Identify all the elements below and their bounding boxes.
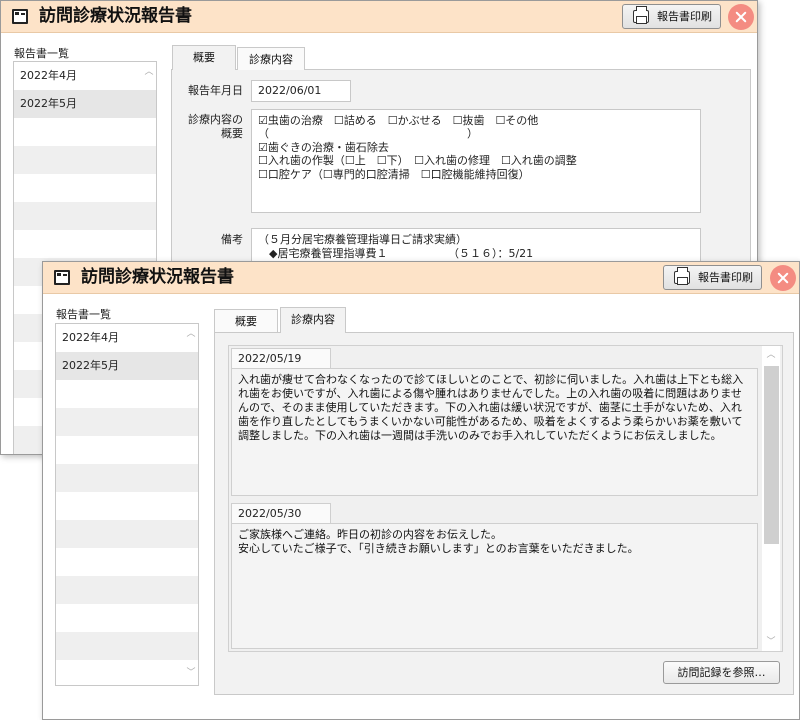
notes-line: ◆居宅療養管理指導費１ （５１６）：5/21 (258, 247, 534, 260)
list-item-selected[interactable]: 2022年5月 (14, 90, 156, 118)
report-list-label: 報告書一覧 (56, 308, 111, 321)
titlebar: 訪問診療状況報告書 報告書印刷 (43, 262, 799, 294)
report-list[interactable]: 2022年4月 2022年5月 ︿ ﹀ (55, 323, 199, 686)
treatment-line[interactable]: ☐口腔ケア（☐専門的口腔清掃 ☐口腔機能維持回復） (258, 168, 530, 181)
front-window: 訪問診療状況報告書 報告書印刷 報告書一覧 2022年4月 2022年5月 ︿ … (42, 261, 800, 720)
tab-treatment[interactable]: 診療内容 (280, 307, 346, 333)
titlebar: 訪問診療状況報告書 報告書印刷 (1, 1, 757, 33)
report-date-field[interactable]: 2022/06/01 (251, 80, 351, 102)
printer-icon (633, 6, 649, 24)
report-date-value: 2022/06/01 (258, 84, 322, 97)
vertical-scrollbar[interactable]: ︿ ﹀ (762, 346, 780, 651)
treatment-line: （ ） (258, 127, 478, 140)
list-item-empty[interactable] (56, 576, 198, 604)
treatment-summary-box[interactable]: ☑虫歯の治療 ☐詰める ☐かぶせる ☐抜歯 ☐その他 （ ） ☑歯ぐきの治療・歯… (251, 109, 701, 213)
list-item-empty[interactable] (14, 202, 156, 230)
visit-date-tab: 2022/05/30 (231, 503, 331, 523)
list-item-empty[interactable] (14, 146, 156, 174)
treatment-line[interactable]: ☑歯ぐきの治療・歯石除去 (258, 141, 389, 154)
scroll-up-icon[interactable]: ︿ (766, 351, 776, 360)
list-item[interactable]: 2022年4月 (56, 324, 198, 352)
close-button[interactable] (770, 265, 796, 291)
visit-date-tab: 2022/05/19 (231, 348, 331, 368)
print-report-button[interactable]: 報告書印刷 (622, 4, 721, 29)
notes-label: 備考 (221, 233, 243, 246)
scroll-up-icon[interactable]: ︿ (186, 330, 196, 339)
treatment-label-line1: 診療内容の (188, 113, 243, 126)
list-item-empty[interactable] (56, 464, 198, 492)
close-button[interactable] (728, 4, 754, 30)
print-report-label: 報告書印刷 (698, 271, 753, 284)
print-report-label: 報告書印刷 (657, 10, 712, 23)
visit-records-panel: 2022/05/19 入れ歯が痩せて合わなくなったので診てほしいとのことで、初診… (228, 345, 783, 652)
treatment-line[interactable]: ☑虫歯の治療 ☐詰める ☐かぶせる ☐抜歯 ☐その他 (258, 114, 538, 127)
scroll-down-icon[interactable]: ﹀ (186, 669, 196, 678)
list-item-empty[interactable] (56, 632, 198, 660)
visit-note-text[interactable]: 入れ歯が痩せて合わなくなったので診てほしいとのことで、初診に伺いました。入れ歯は… (231, 368, 758, 496)
print-report-button[interactable]: 報告書印刷 (663, 265, 762, 290)
window-title: 訪問診療状況報告書 (81, 267, 234, 287)
tab-overview[interactable]: 概要 (172, 45, 236, 70)
scroll-up-icon[interactable]: ︿ (144, 68, 154, 77)
treatment-summary-label: 診療内容の 概要 (181, 113, 243, 141)
tab-treatment[interactable]: 診療内容 (237, 47, 305, 70)
treatment-label-line2: 概要 (221, 127, 243, 140)
report-date-label: 報告年月日 (188, 84, 243, 97)
report-app-icon (54, 270, 70, 285)
window-title: 訪問診療状況報告書 (39, 6, 192, 26)
list-item[interactable]: 2022年4月 (14, 62, 156, 90)
treatment-line[interactable]: ☐入れ歯の作製（☐上 ☐下） ☐入れ歯の修理 ☐入れ歯の調整 (258, 154, 577, 167)
report-list-label: 報告書一覧 (14, 47, 69, 60)
scrollbar-thumb[interactable] (764, 366, 779, 544)
scroll-down-icon[interactable]: ﹀ (766, 638, 776, 647)
notes-line: （５月分居宅療養管理指導日ご請求実績） (258, 233, 467, 246)
list-item-empty[interactable] (56, 520, 198, 548)
tab-overview[interactable]: 概要 (214, 309, 278, 332)
visit-note-text[interactable]: ご家族様へご連絡。昨日の初診の内容をお伝えした。 安心していたご様子で、「引き続… (231, 523, 758, 649)
list-item-empty[interactable] (56, 408, 198, 436)
view-visit-records-button[interactable]: 訪問記録を参照… (663, 661, 780, 684)
report-app-icon (12, 9, 28, 24)
printer-icon (674, 267, 690, 285)
list-item-selected[interactable]: 2022年5月 (56, 352, 198, 380)
